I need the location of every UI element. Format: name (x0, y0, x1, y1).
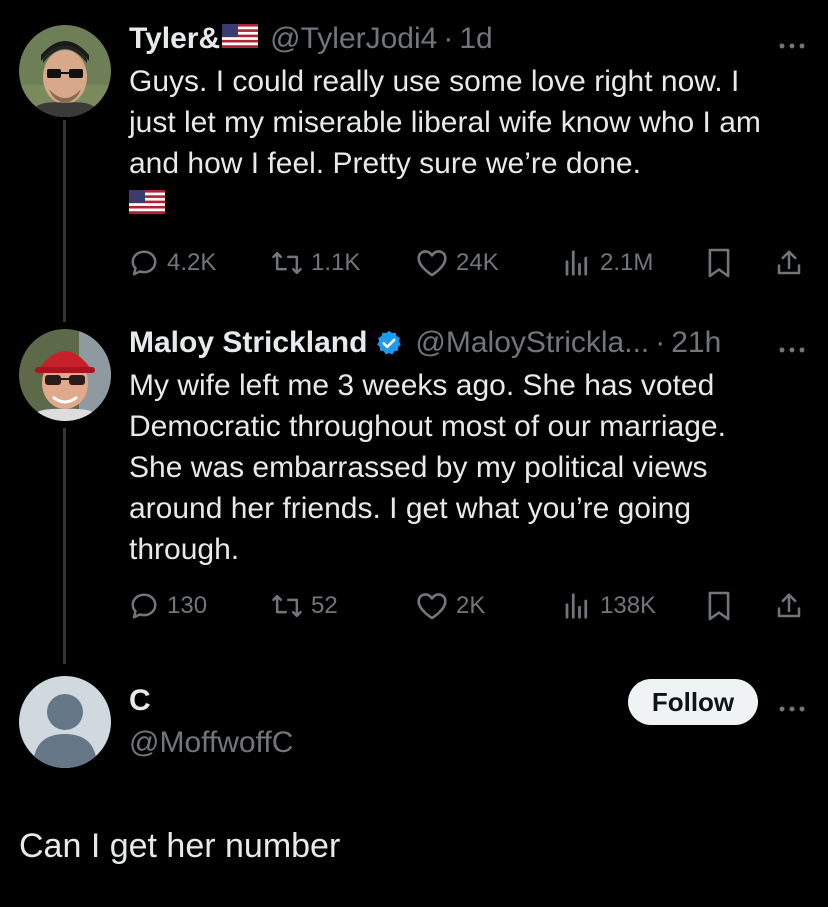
views-icon (565, 250, 588, 276)
timestamp[interactable]: 1d (459, 21, 492, 57)
retweet-button[interactable]: 52 (271, 586, 338, 626)
verified-badge-icon (375, 329, 403, 357)
display-name[interactable]: Maloy Strickland (129, 325, 367, 361)
view-count: 2.1M (600, 249, 654, 276)
display-name[interactable]: Tyler& (129, 21, 220, 57)
thread-line (63, 120, 66, 322)
tweet-text: My wife left me 3 weeks ago. She has vot… (129, 369, 726, 566)
bookmark-icon (708, 591, 730, 621)
tweet-header: Maloy Strickland @MaloyStrickla... · 21h (129, 325, 749, 361)
tweet-1-actions: 4.2K 1.1K 24K 2.1M (129, 243, 809, 283)
more-icon[interactable] (778, 35, 806, 51)
separator-dot: · (443, 22, 454, 55)
views-button[interactable]: 2.1M (562, 243, 653, 283)
reply-button[interactable]: 130 (129, 586, 207, 626)
avatar-tyler[interactable] (19, 25, 111, 117)
retweet-icon (272, 251, 302, 275)
tweet-header: Tyler& @TylerJodi4 · 1d (129, 21, 749, 57)
like-button[interactable]: 24K (416, 243, 499, 283)
bookmark-button[interactable] (706, 243, 740, 283)
more-icon[interactable] (778, 339, 806, 355)
share-button[interactable] (774, 586, 812, 626)
tweet-2[interactable]: Maloy Strickland @MaloyStrickla... · 21h… (129, 325, 828, 570)
handle[interactable]: @MoffwoffC (129, 725, 828, 761)
display-name[interactable]: C (129, 683, 151, 719)
reply-icon (131, 250, 157, 276)
reply-count: 130 (167, 592, 208, 619)
tweet-1[interactable]: Tyler& @TylerJodi4 · 1d Guys. I could re… (129, 21, 828, 216)
reply-button[interactable]: 4.2K (129, 243, 216, 283)
views-icon (565, 593, 588, 619)
retweet-count: 52 (311, 592, 338, 619)
retweet-icon (272, 594, 302, 618)
bookmark-icon (708, 248, 730, 278)
like-button[interactable]: 2K (416, 586, 485, 626)
us-flag-icon (129, 190, 828, 216)
views-button[interactable]: 138K (562, 586, 656, 626)
more-icon[interactable] (778, 698, 806, 714)
share-button[interactable] (774, 243, 812, 283)
retweet-button[interactable]: 1.1K (271, 243, 360, 283)
tweet-2-actions: 130 52 2K 138K (129, 586, 809, 626)
handle[interactable]: @TylerJodi4 (270, 21, 437, 57)
follow-button[interactable]: Follow (628, 679, 758, 725)
bookmark-button[interactable] (706, 586, 740, 626)
like-count: 2K (456, 592, 486, 619)
share-icon (777, 250, 801, 275)
reply-icon (131, 593, 157, 619)
thread-line (63, 428, 66, 664)
tweet-text: Guys. I could really use some love right… (129, 65, 761, 180)
heart-icon (417, 250, 447, 277)
avatar-maloy[interactable] (19, 329, 111, 421)
reply-text: Can I get her number (19, 827, 341, 865)
heart-icon (417, 593, 447, 620)
separator-dot: · (655, 326, 666, 359)
reply-count: 4.2K (167, 249, 217, 276)
timestamp[interactable]: 21h (671, 325, 721, 361)
avatar-default[interactable] (19, 676, 111, 768)
view-count: 138K (600, 592, 657, 619)
us-flag-icon (222, 21, 259, 57)
share-icon (777, 593, 801, 618)
reply-thread: Tyler& @TylerJodi4 · 1d Guys. I could re… (0, 0, 828, 907)
handle[interactable]: @MaloyStrickla... (415, 325, 649, 361)
retweet-count: 1.1K (311, 249, 361, 276)
like-count: 24K (456, 249, 499, 276)
